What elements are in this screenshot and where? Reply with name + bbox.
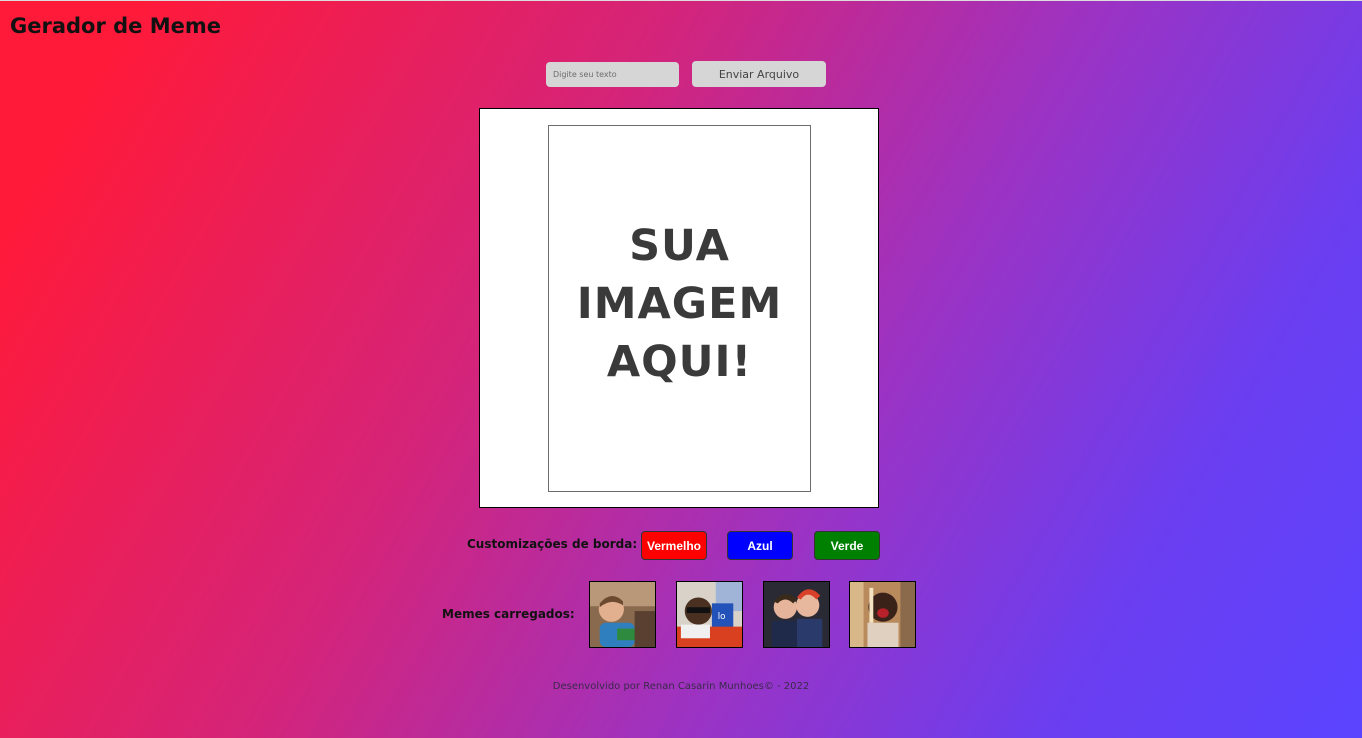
meme-thumbnail-1[interactable]: [589, 581, 656, 648]
border-customization-label: Customizações de borda:: [467, 537, 638, 551]
footer-credits: Desenvolvido por Renan Casarin Munhoes© …: [552, 681, 810, 692]
meme-thumbnail-2[interactable]: lo: [676, 581, 743, 648]
red-border-button[interactable]: Vermelho: [641, 531, 707, 560]
meme-text-input[interactable]: [546, 62, 679, 87]
meme-thumbnail-3[interactable]: [763, 581, 830, 648]
meme-image-container: SUA IMAGEM AQUI!: [479, 108, 879, 508]
green-border-button[interactable]: Verde: [814, 531, 880, 560]
meme-thumbnail-4[interactable]: [849, 581, 916, 648]
blue-border-button[interactable]: Azul: [727, 531, 793, 560]
placeholder-text: SUA IMAGEM AQUI!: [576, 220, 783, 387]
upload-file-button[interactable]: Enviar Arquivo: [692, 61, 826, 87]
loaded-memes-label: Memes carregados:: [442, 607, 575, 621]
svg-text:lo: lo: [718, 612, 726, 622]
page-title: Gerador de Meme: [10, 14, 221, 38]
meme-image-placeholder: SUA IMAGEM AQUI!: [548, 125, 811, 492]
